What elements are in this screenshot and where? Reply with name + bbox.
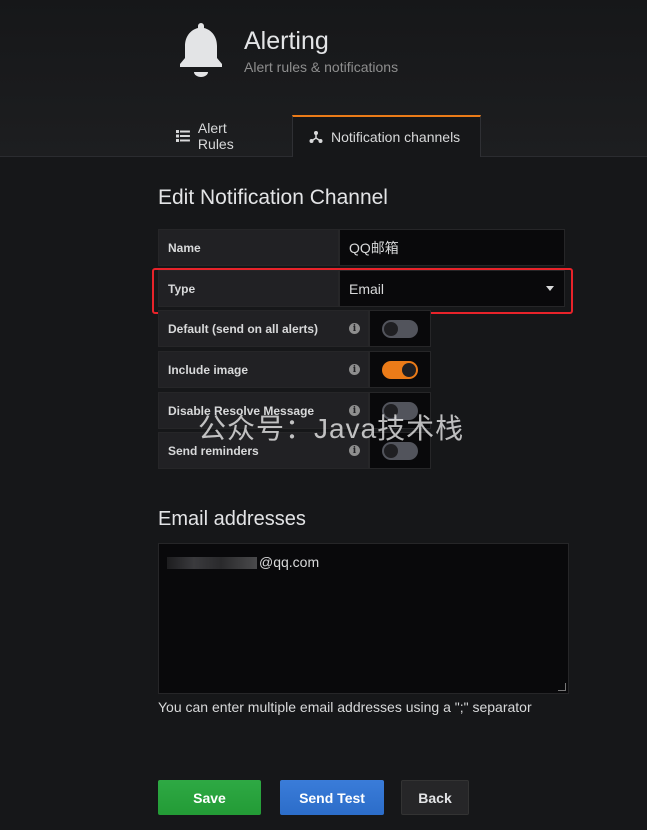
page-subtitle: Alert rules & notifications <box>244 59 399 75</box>
page-header: Alerting Alert rules & notifications Ale… <box>0 0 647 157</box>
toggle-label: Include image i <box>158 351 369 388</box>
email-section-title: Email addresses <box>158 508 306 530</box>
tab-label: Notification channels <box>331 129 461 145</box>
toggle-row-send-reminders: Send reminders i <box>158 432 431 469</box>
toggle-row-include-image: Include image i <box>158 351 431 388</box>
send-test-button[interactable]: Send Test <box>280 780 384 815</box>
email-help-text: You can enter multiple email addresses u… <box>158 699 532 715</box>
email-value: @qq.com <box>259 554 320 570</box>
type-select[interactable]: Email <box>339 270 565 307</box>
type-row: Type Email <box>158 270 565 307</box>
name-row: Name QQ邮箱 <box>158 229 565 266</box>
switch-cell <box>369 392 431 429</box>
bell-icon <box>180 23 222 77</box>
type-label: Type <box>158 270 339 307</box>
tab-alert-rules[interactable]: Alert Rules <box>160 115 282 157</box>
toggle-row-default: Default (send on all alerts) i <box>158 310 431 347</box>
default-switch[interactable] <box>382 319 418 338</box>
info-icon[interactable]: i <box>349 364 360 375</box>
share-icon <box>309 131 323 143</box>
toggle-row-disable-resolve: Disable Resolve Message i <box>158 392 431 429</box>
tab-notification-channels[interactable]: Notification channels <box>292 115 481 157</box>
caret-down-icon <box>546 286 554 291</box>
name-input[interactable]: QQ邮箱 <box>339 229 565 266</box>
disable-resolve-switch[interactable] <box>382 401 418 420</box>
form-title: Edit Notification Channel <box>158 186 388 209</box>
list-icon <box>176 130 190 142</box>
toggle-label: Disable Resolve Message i <box>158 392 369 429</box>
back-button[interactable]: Back <box>401 780 469 815</box>
info-icon[interactable]: i <box>349 445 360 456</box>
send-reminders-switch[interactable] <box>382 441 418 460</box>
type-select-value: Email <box>349 280 385 297</box>
save-button[interactable]: Save <box>158 780 261 815</box>
page-title: Alerting <box>244 27 329 55</box>
switch-cell <box>369 310 431 347</box>
tab-label: Alert Rules <box>197 120 234 152</box>
email-addresses-textarea[interactable]: @qq.com <box>158 543 569 694</box>
info-icon[interactable]: i <box>349 323 360 334</box>
toggle-label: Default (send on all alerts) i <box>158 310 369 347</box>
toggle-label: Send reminders i <box>158 432 369 469</box>
redacted-text <box>167 557 257 570</box>
switch-cell <box>369 351 431 388</box>
name-label: Name <box>158 229 339 266</box>
info-icon[interactable]: i <box>349 405 360 416</box>
include-image-switch[interactable] <box>382 360 418 379</box>
resize-handle[interactable] <box>558 683 566 691</box>
switch-cell <box>369 432 431 469</box>
